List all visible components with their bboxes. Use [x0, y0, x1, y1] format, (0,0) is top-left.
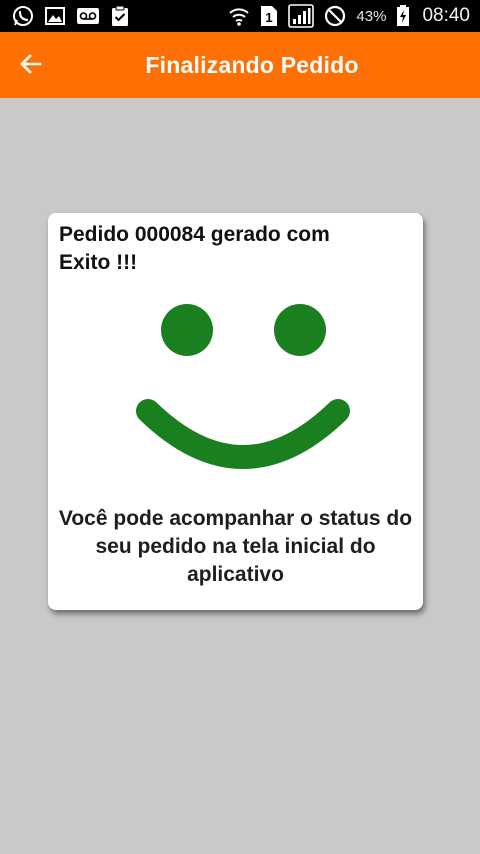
battery-percent: 43%	[356, 7, 387, 25]
clock-time: 08:40	[422, 5, 470, 26]
status-bar-left	[12, 5, 130, 27]
app-bar: Finalizando Pedido	[0, 32, 480, 98]
svg-text:1: 1	[266, 10, 273, 25]
voicemail-icon	[76, 7, 100, 25]
image-icon	[44, 6, 66, 26]
smiley-face-icon	[136, 304, 350, 469]
status-bar: 1 43% 08:40	[0, 0, 480, 32]
arrow-left-icon	[19, 52, 43, 81]
whatsapp-icon	[12, 5, 34, 27]
sim-1-icon: 1	[260, 5, 278, 27]
success-card: Pedido 000084 gerado com Exito !!! Você …	[48, 213, 423, 610]
page-title: Finalizando Pedido	[145, 51, 359, 78]
status-message: Você pode acompanhar o status do seu ped…	[58, 507, 413, 586]
smiley-right-eye	[274, 304, 326, 356]
do-not-disturb-icon	[324, 5, 346, 27]
order-title: Pedido 000084 gerado com Exito !!!	[59, 223, 330, 274]
back-button[interactable]	[14, 49, 48, 83]
signal-icon	[288, 4, 315, 28]
battery-charging-icon	[396, 5, 410, 27]
smiley-mouth	[136, 399, 350, 469]
status-bar-right: 1 43% 08:40	[228, 4, 470, 28]
clipboard-check-icon	[110, 5, 130, 27]
wifi-icon	[228, 5, 250, 27]
smiley-left-eye	[161, 304, 213, 356]
